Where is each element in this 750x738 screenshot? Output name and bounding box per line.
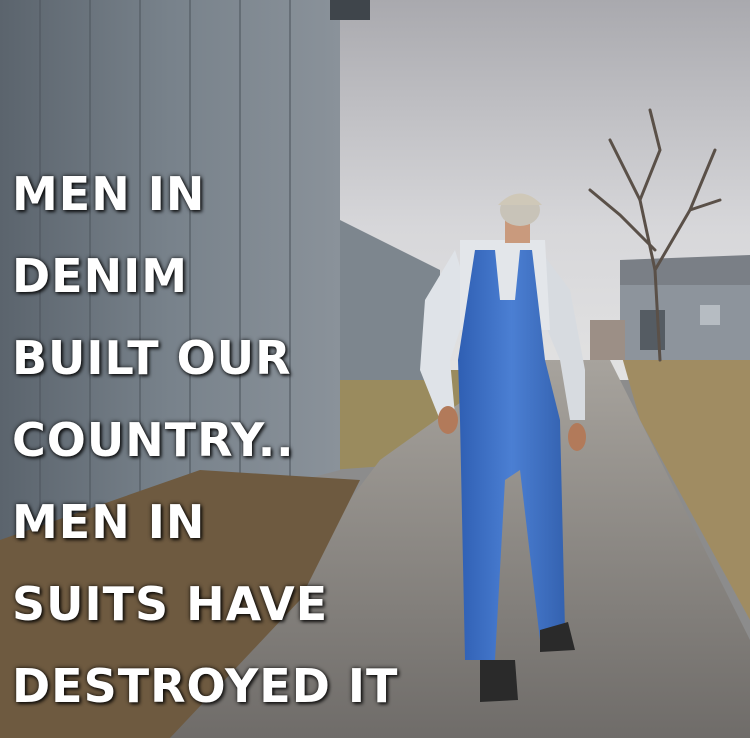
caption-line: DESTROYED IT	[12, 659, 399, 713]
caption-line: COUNTRY..	[12, 413, 295, 467]
meme-image: MEN IN DENIM BUILT OUR COUNTRY.. MEN IN …	[0, 0, 750, 738]
caption-line: MEN IN	[12, 495, 206, 549]
caption-line: SUITS HAVE	[12, 577, 329, 631]
caption-line: BUILT OUR	[12, 331, 292, 385]
meme-caption: MEN IN DENIM BUILT OUR COUNTRY.. MEN IN …	[12, 162, 398, 736]
caption-line: MEN IN	[12, 167, 206, 221]
caption-line: DENIM	[12, 249, 188, 303]
